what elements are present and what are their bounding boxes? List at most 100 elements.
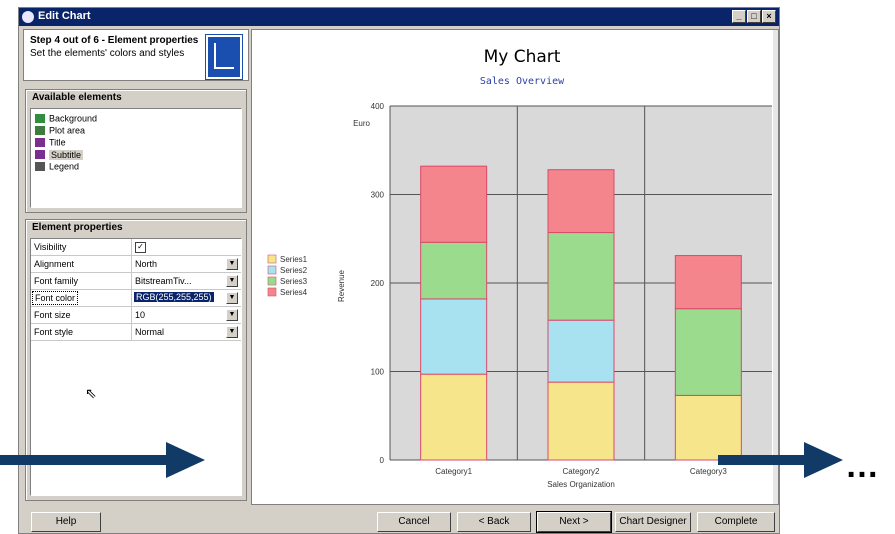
close-button[interactable]: × bbox=[762, 10, 776, 23]
y-tick-label: 200 bbox=[371, 279, 385, 288]
left-arrow-icon bbox=[0, 442, 205, 478]
property-name: Font family bbox=[34, 276, 79, 286]
element-item[interactable]: Background bbox=[35, 113, 97, 125]
mouse-pointer-icon: ⇖ bbox=[85, 385, 97, 401]
property-name: Visibility bbox=[34, 242, 67, 252]
legend-label: Series4 bbox=[280, 288, 308, 297]
element-item-label: Plot area bbox=[49, 125, 86, 136]
step-subtitle: Set the elements' colors and styles bbox=[30, 48, 185, 59]
property-value: North bbox=[135, 259, 158, 269]
chart-preview: My Chart Sales Overview 0 100 200 300 400 Categ… bbox=[251, 29, 779, 505]
window-title: Edit Chart bbox=[38, 10, 91, 22]
help-button[interactable]: Help bbox=[31, 512, 101, 532]
bar-segment bbox=[420, 298, 488, 375]
bar-segment bbox=[547, 232, 615, 321]
preview-scrollbar[interactable] bbox=[773, 30, 778, 504]
column-divider bbox=[131, 256, 132, 272]
available-elements-label: Available elements bbox=[30, 92, 124, 103]
minimize-button[interactable]: _ bbox=[732, 10, 746, 23]
chart-subtitle: Sales Overview bbox=[480, 76, 565, 87]
element-item[interactable]: Plot area bbox=[35, 125, 85, 137]
subtitle-icon bbox=[35, 150, 45, 160]
bar-segment bbox=[547, 169, 615, 234]
property-value: Normal bbox=[135, 327, 165, 337]
column-divider bbox=[131, 307, 132, 323]
property-name: Font color bbox=[32, 291, 79, 305]
column-divider bbox=[131, 239, 132, 255]
plot-area-icon bbox=[35, 126, 45, 136]
button-bar: Help Cancel < Back Next > Chart Designer… bbox=[19, 507, 779, 533]
y-tick-label: 0 bbox=[380, 456, 385, 465]
element-item-label: Title bbox=[49, 137, 66, 148]
legend-label: Series1 bbox=[280, 255, 308, 264]
column-divider bbox=[131, 273, 132, 289]
wizard-header: Step 4 out of 6 - Element properties Set… bbox=[23, 29, 249, 81]
y-tick-label: 100 bbox=[371, 368, 385, 377]
y-axis-unit: Euro bbox=[353, 119, 370, 128]
y-tick-label: 300 bbox=[371, 191, 385, 200]
available-elements-group: Available elements Background Plot area Ti… bbox=[25, 89, 247, 213]
dropdown-arrow-icon[interactable]: ▼ bbox=[226, 258, 238, 270]
element-item[interactable]: Title bbox=[35, 137, 66, 149]
property-row[interactable]: Font family BitstreamTiv... ▼ bbox=[31, 273, 241, 290]
bar-segment bbox=[674, 255, 742, 310]
left-panel: Step 4 out of 6 - Element properties Set… bbox=[23, 29, 249, 505]
next-button[interactable]: Next > bbox=[536, 511, 612, 533]
title-icon bbox=[35, 138, 45, 148]
legend-icon bbox=[35, 162, 45, 172]
property-row[interactable]: Alignment North ▼ bbox=[31, 256, 241, 273]
chart-title: My Chart bbox=[484, 47, 561, 67]
back-button[interactable]: < Back bbox=[457, 512, 531, 532]
column-divider bbox=[131, 290, 132, 306]
property-row[interactable]: Visibility ✓ bbox=[31, 239, 241, 256]
x-tick-label: Category2 bbox=[563, 467, 600, 476]
element-item-label: Legend bbox=[49, 161, 80, 172]
dropdown-arrow-icon[interactable]: ▼ bbox=[226, 292, 238, 304]
property-row[interactable]: Font color RGB(255,255,255) ▼ bbox=[31, 290, 241, 307]
property-name: Font size bbox=[34, 310, 71, 320]
legend-swatch bbox=[267, 287, 277, 297]
property-value: 10 bbox=[135, 310, 146, 320]
cancel-button[interactable]: Cancel bbox=[377, 512, 451, 532]
y-axis-label: Revenue bbox=[337, 269, 346, 302]
ellipsis: … bbox=[845, 447, 880, 485]
elements-list[interactable]: Background Plot area Title Subtitle Legend bbox=[30, 108, 242, 208]
dropdown-arrow-icon[interactable]: ▼ bbox=[226, 309, 238, 321]
bar-segment bbox=[547, 381, 615, 461]
bar-segment bbox=[420, 373, 488, 461]
bar-segment bbox=[547, 319, 615, 383]
chart-designer-button[interactable]: Chart Designer bbox=[615, 512, 691, 532]
title-bar[interactable]: Edit Chart _ □ × bbox=[19, 8, 779, 26]
dropdown-arrow-icon[interactable]: ▼ bbox=[226, 275, 238, 287]
bar-segment bbox=[420, 165, 488, 243]
property-value: BitstreamTiv... bbox=[135, 276, 192, 286]
legend-swatch bbox=[267, 265, 277, 275]
element-item-label: Subtitle bbox=[49, 149, 84, 160]
maximize-button[interactable]: □ bbox=[747, 10, 761, 23]
property-row[interactable]: Font size 10 ▼ bbox=[31, 307, 241, 324]
legend-swatch bbox=[267, 254, 277, 264]
chart-wizard-logo-icon bbox=[205, 34, 243, 80]
property-name: Alignment bbox=[34, 259, 75, 269]
x-axis-label: Sales Organization bbox=[547, 480, 615, 489]
element-item[interactable]: Legend bbox=[35, 161, 79, 173]
dropdown-arrow-icon[interactable]: ▼ bbox=[226, 326, 238, 338]
property-name: Font style bbox=[34, 327, 74, 337]
right-arrow-icon bbox=[718, 442, 843, 478]
element-item[interactable]: Subtitle bbox=[35, 149, 84, 161]
app-icon bbox=[22, 11, 34, 23]
bar-segment bbox=[420, 241, 488, 300]
property-row[interactable]: Font style Normal ▼ bbox=[31, 324, 241, 341]
element-item-label: Background bbox=[49, 113, 98, 124]
legend-label: Series2 bbox=[280, 266, 308, 275]
x-tick-label: Category1 bbox=[435, 467, 472, 476]
step-title: Step 4 out of 6 - Element properties bbox=[30, 35, 199, 46]
y-tick-label: 400 bbox=[371, 102, 385, 111]
legend-swatch bbox=[267, 276, 277, 286]
background-icon bbox=[35, 114, 45, 124]
column-divider bbox=[131, 324, 132, 340]
property-value: RGB(255,255,255) bbox=[134, 292, 214, 302]
visibility-checkbox[interactable]: ✓ bbox=[135, 242, 146, 253]
element-properties-label: Element properties bbox=[30, 222, 125, 233]
complete-button[interactable]: Complete bbox=[697, 512, 775, 532]
